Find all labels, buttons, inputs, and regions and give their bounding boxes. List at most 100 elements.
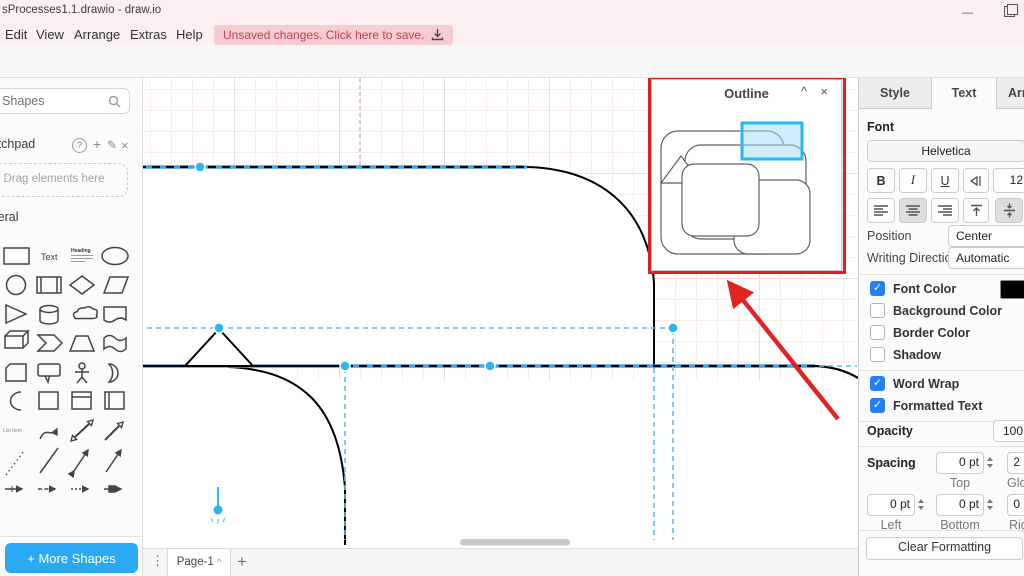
shape-actor[interactable]	[75, 363, 89, 383]
shape-triangle[interactable]	[6, 305, 26, 323]
menu-edit[interactable]: Edit	[1, 25, 31, 44]
background-color-checkbox[interactable]	[870, 303, 885, 318]
shape-parallelogram[interactable]	[104, 277, 128, 293]
shape-curve[interactable]	[40, 429, 57, 439]
clear-formatting-button[interactable]: Clear Formatting	[866, 537, 1023, 560]
scratchpad-add-icon[interactable]: +	[93, 136, 101, 152]
bold-button[interactable]: B	[867, 168, 895, 193]
shape-process[interactable]	[37, 277, 61, 293]
align-center-button[interactable]	[899, 198, 927, 223]
spacing-global-field[interactable]: 2	[1007, 452, 1024, 474]
spacing-left-stepper[interactable]	[916, 494, 925, 514]
tab-text[interactable]: Text	[931, 78, 997, 109]
font-color-label: Font Color	[893, 282, 956, 296]
font-color-checkbox[interactable]: ✓	[870, 281, 885, 296]
page-tab-active[interactable]: Page-1 ^	[167, 549, 231, 576]
font-family-button[interactable]: Helvetica	[867, 140, 1024, 162]
shape-circle[interactable]	[7, 276, 26, 295]
scratchpad-help-icon[interactable]: ?	[72, 138, 87, 153]
tab-arrange[interactable]: Arrange	[997, 78, 1024, 109]
scratchpad-edit-icon[interactable]: ✎	[107, 138, 117, 152]
shape-cylinder[interactable]	[40, 306, 58, 325]
shape-link[interactable]	[5, 486, 22, 492]
spacing-top-stepper[interactable]	[985, 452, 994, 472]
menu-arrange[interactable]: Arrange	[70, 25, 124, 44]
tab-style[interactable]: Style	[859, 78, 931, 109]
restore-button-icon[interactable]	[1007, 4, 1018, 15]
shape-trapezoid[interactable]	[70, 336, 94, 351]
shape-diamond[interactable]	[70, 276, 94, 294]
outline-close-icon[interactable]: ×	[820, 85, 828, 99]
italic-button[interactable]: I	[899, 168, 927, 193]
shape-directional-connector[interactable]	[106, 450, 121, 472]
diagram-canvas[interactable]: Outline ^ ×	[143, 78, 858, 548]
menu-help[interactable]: Help	[172, 25, 207, 44]
search-shapes-input[interactable]: Search Shapes	[0, 88, 130, 114]
shape-arrow[interactable]	[105, 422, 123, 440]
valign-top-button[interactable]	[963, 198, 989, 223]
more-shapes-button[interactable]: + More Shapes	[5, 543, 138, 573]
svg-text:List Item: List Item	[3, 428, 22, 434]
align-right-button[interactable]	[931, 198, 959, 223]
font-color-swatch[interactable]	[1000, 280, 1024, 299]
shape-square[interactable]	[39, 392, 58, 409]
shape-container[interactable]	[105, 392, 124, 409]
unsaved-changes-text: Unsaved changes. Click here to save.	[223, 28, 424, 42]
outline-header[interactable]: Outline ^ ×	[652, 80, 841, 104]
shape-tape[interactable]	[104, 336, 126, 352]
shape-internal-storage[interactable]	[72, 392, 91, 409]
valign-middle-button[interactable]	[995, 198, 1023, 223]
border-color-checkbox[interactable]	[870, 325, 885, 340]
spacing-right-field[interactable]: 0	[1007, 494, 1024, 516]
outline-viewport[interactable]	[742, 123, 802, 159]
spacing-top-field[interactable]: 0 pt	[936, 452, 984, 474]
shape-rectangle[interactable]	[4, 248, 29, 264]
unsaved-changes-banner[interactable]: Unsaved changes. Click here to save.	[214, 25, 453, 45]
horizontal-direction-button[interactable]	[963, 168, 989, 193]
position-select[interactable]: Center	[948, 225, 1024, 247]
formatted-text-checkbox[interactable]: ✓	[870, 398, 885, 413]
shape-line[interactable]	[40, 448, 58, 473]
shape-card[interactable]	[6, 364, 26, 381]
word-wrap-checkbox[interactable]: ✓	[870, 376, 885, 391]
minimize-button-icon[interactable]: —	[962, 7, 973, 19]
add-page-icon[interactable]: +	[237, 552, 247, 572]
shape-heading[interactable]: Heading	[71, 248, 93, 262]
shadow-checkbox[interactable]	[870, 347, 885, 362]
opacity-field[interactable]: 100	[993, 420, 1024, 442]
shape-labeled-link[interactable]	[104, 486, 121, 492]
shape-ellipse[interactable]	[102, 248, 128, 265]
shape-document[interactable]	[104, 307, 126, 322]
writing-direction-select[interactable]: Automatic	[948, 247, 1024, 269]
format-panel: Style Text Arrange Font Helvetica B I U …	[858, 78, 1024, 576]
shape-bidirectional-arrow[interactable]	[71, 420, 93, 441]
outline-panel[interactable]: Outline ^ ×	[651, 79, 842, 271]
spacing-left-field[interactable]: 0 pt	[867, 494, 915, 516]
outline-collapse-icon[interactable]: ^	[801, 85, 807, 99]
menu-view[interactable]: View	[32, 25, 68, 44]
underline-button[interactable]: U	[931, 168, 959, 193]
shape-and[interactable]	[11, 392, 22, 410]
spacing-bottom-field[interactable]: 0 pt	[936, 494, 984, 516]
shape-large-bottom[interactable]	[143, 367, 345, 548]
align-left-button[interactable]	[867, 198, 895, 223]
shape-step[interactable]	[38, 335, 62, 351]
shape-cube[interactable]	[5, 331, 28, 348]
menu-extras[interactable]: Extras	[126, 25, 171, 44]
canvas-horizontal-scrollbar[interactable]	[460, 539, 570, 546]
shape-bidirectional-connector[interactable]	[74, 450, 88, 471]
outline-minimap[interactable]	[652, 104, 841, 269]
scratchpad-drop-area[interactable]: Drag elements here	[0, 163, 128, 197]
spacing-bottom-stepper[interactable]	[985, 494, 994, 514]
scratchpad-close-icon[interactable]: ×	[121, 138, 129, 153]
shape-callout[interactable]	[38, 364, 60, 382]
shape-list-item[interactable]: List Item	[3, 428, 22, 434]
shape-cloud[interactable]	[73, 307, 97, 319]
title-bar: sProcesses1.1.drawio - draw.io —	[0, 0, 1024, 22]
font-size-field[interactable]: 12	[993, 168, 1024, 193]
shape-dashed-line[interactable]	[6, 451, 24, 475]
shape-or[interactable]	[109, 364, 118, 382]
pages-menu-icon[interactable]: ⋮	[151, 553, 164, 569]
position-label: Position	[867, 229, 911, 243]
shape-text[interactable]: Text	[41, 252, 58, 262]
